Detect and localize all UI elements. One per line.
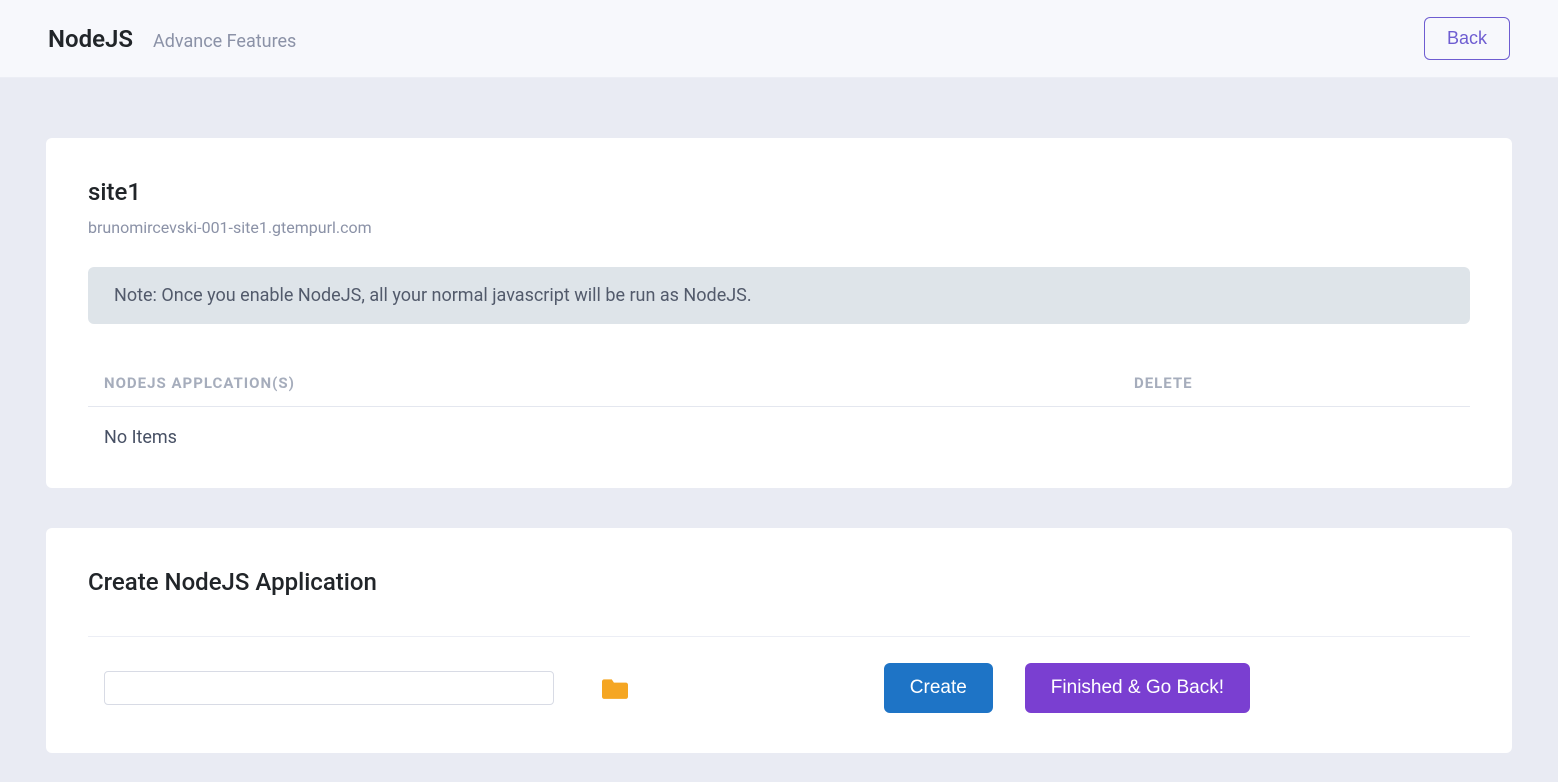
button-group: Create Finished & Go Back! [884, 663, 1470, 713]
applications-table: NodeJS Applcation(s) Delete No Items [88, 360, 1470, 448]
create-title: Create NodeJS Application [88, 568, 1470, 596]
content-area: site1 brunomircevski-001-site1.gtempurl.… [0, 78, 1558, 753]
app-path-input[interactable] [104, 671, 554, 705]
back-button[interactable]: Back [1424, 17, 1510, 60]
table-header-row: NodeJS Applcation(s) Delete [88, 360, 1470, 407]
folder-icon[interactable] [602, 677, 628, 699]
site-card: site1 brunomircevski-001-site1.gtempurl.… [46, 138, 1512, 488]
empty-state: No Items [88, 407, 1470, 448]
column-header-delete: Delete [1134, 374, 1454, 392]
page-title: NodeJS [48, 25, 133, 53]
column-header-name: NodeJS Applcation(s) [104, 374, 1134, 392]
site-url: brunomircevski-001-site1.gtempurl.com [88, 218, 1470, 237]
create-form-row: Create Finished & Go Back! [88, 663, 1470, 713]
header-left: NodeJS Advance Features [48, 25, 296, 53]
page-header: NodeJS Advance Features Back [0, 0, 1558, 78]
note-message: Note: Once you enable NodeJS, all your n… [88, 267, 1470, 324]
form-divider [88, 636, 1470, 637]
finish-button[interactable]: Finished & Go Back! [1025, 663, 1250, 713]
page-subtitle: Advance Features [153, 31, 296, 52]
create-card: Create NodeJS Application Create Finishe… [46, 528, 1512, 753]
create-button[interactable]: Create [884, 663, 993, 713]
site-name: site1 [88, 178, 1470, 206]
